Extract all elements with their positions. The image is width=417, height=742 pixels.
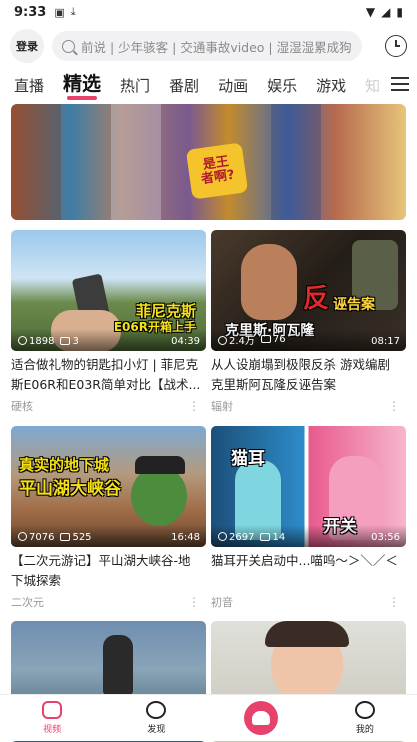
banner-logo: 是王 者啊?	[185, 142, 249, 200]
login-button[interactable]: 登录	[10, 29, 44, 63]
more-options-icon[interactable]: ⋮	[388, 399, 400, 413]
tab-featured[interactable]: 精选	[63, 70, 101, 102]
view-count: 1898	[29, 336, 55, 347]
duration: 08:17	[371, 336, 400, 347]
search-input[interactable]: 前说 | 少年骇客 | 交通事故video | 湿湿湿累成狗	[52, 31, 362, 61]
history-clock-icon[interactable]	[385, 35, 407, 57]
view-count: 7076	[29, 532, 55, 543]
tab-games[interactable]: 游戏	[316, 75, 346, 102]
nav-video[interactable]: 视频	[0, 695, 104, 741]
play-count-icon	[18, 336, 27, 345]
view-count: 2.4万	[229, 336, 255, 347]
duration: 04:39	[171, 336, 200, 347]
banner-logo-line2: 者啊?	[200, 167, 236, 188]
cover-text: 诬告案	[333, 297, 375, 313]
profile-icon	[354, 701, 375, 719]
status-time: 9:33	[14, 4, 47, 20]
promo-banner[interactable]: 是王 者啊?	[11, 104, 406, 220]
view-count: 2697	[229, 532, 255, 543]
danmaku-icon	[60, 337, 71, 345]
danmaku-count: 14	[272, 532, 286, 543]
status-bar: 9:33 ▣ ⤓ ▼ ◢ ▮	[0, 0, 417, 24]
video-thumbnail[interactable]: 猫耳 开关 2697 14 03:56	[211, 426, 406, 547]
video-title[interactable]: 猫耳开关启动中...喵呜～＞＼／＜	[211, 551, 406, 591]
a-icon: ▣	[54, 5, 65, 19]
planet-icon	[146, 701, 167, 719]
video-title[interactable]: 适合做礼物的钥匙扣小灯 | 菲尼克斯E06R和E03R简单对比【战术...	[11, 355, 206, 395]
search-icon	[62, 39, 75, 53]
danmaku-count: 3	[72, 336, 79, 347]
nav-discover[interactable]: 发现	[104, 695, 208, 741]
more-options-icon[interactable]: ⋮	[188, 595, 200, 609]
danmaku-stat: 3	[60, 336, 79, 347]
views-stat: 7076	[18, 532, 54, 543]
nav-profile[interactable]: 我的	[313, 695, 417, 741]
video-title[interactable]: 从人设崩塌到极限反杀 游戏编剧克里斯阿瓦隆反诬告案	[211, 355, 406, 395]
cover-text: 真实的地下城	[19, 456, 110, 474]
video-thumbnail[interactable]: 菲尼克斯 E06R开箱上手 1898 3 04:39	[11, 230, 206, 351]
duration: 03:56	[371, 532, 400, 543]
video-card[interactable]: 真实的地下城 平山湖大峡谷 7076 525 16:48 【二次元游记】平山湖大…	[11, 426, 206, 610]
download-icon: ⤓	[70, 5, 76, 18]
duration: 16:48	[171, 532, 200, 543]
more-options-icon[interactable]: ⋮	[188, 399, 200, 413]
danmaku-icon	[260, 533, 271, 541]
danmaku-stat: 525	[60, 532, 92, 543]
tab-live[interactable]: 直播	[14, 75, 44, 102]
cover-text: 反	[303, 284, 330, 314]
video-card[interactable]: 反 诬告案 克里斯·阿瓦隆 2.4万 76 08:17 从人设崩塌到极限反杀 游…	[211, 230, 406, 414]
video-card[interactable]: 猫耳 开关 2697 14 03:56 猫耳开关启动中...喵呜～＞＼／＜ 初音…	[211, 426, 406, 610]
tab-entertainment[interactable]: 娱乐	[267, 75, 297, 102]
nav-video-label: 视频	[43, 725, 62, 735]
danmaku-icon	[260, 335, 271, 343]
play-count-icon	[218, 532, 227, 541]
create-icon	[243, 701, 278, 735]
danmaku-stat: 76	[260, 334, 286, 345]
bottom-nav: 视频 发现 我的	[0, 694, 417, 741]
play-count-icon	[218, 336, 227, 345]
top-bar: 登录 前说 | 少年骇客 | 交通事故video | 湿湿湿累成狗	[0, 28, 417, 64]
video-author[interactable]: 初音	[211, 594, 233, 610]
signal-icon: ◢	[381, 5, 391, 19]
video-thumbnail[interactable]: 真实的地下城 平山湖大峡谷 7076 525 16:48	[11, 426, 206, 547]
views-stat: 1898	[18, 336, 54, 347]
video-author[interactable]: 辐射	[211, 398, 233, 414]
views-stat: 2.4万	[218, 332, 255, 347]
tab-knowledge[interactable]: 知	[365, 75, 380, 102]
tab-animation[interactable]: 动画	[218, 75, 248, 102]
menu-icon[interactable]	[391, 77, 409, 91]
nav-profile-label: 我的	[355, 725, 374, 735]
more-options-icon[interactable]: ⋮	[388, 595, 400, 609]
video-card[interactable]: 菲尼克斯 E06R开箱上手 1898 3 04:39 适合做礼物的钥匙扣小灯 |…	[11, 230, 206, 414]
channel-tabs: 直播 精选 热门 番剧 动画 娱乐 游戏 知	[0, 70, 417, 102]
cover-text: 平山湖大峡谷	[19, 479, 121, 499]
danmaku-icon	[60, 533, 71, 541]
tab-hot[interactable]: 热门	[120, 75, 150, 102]
search-placeholder: 前说 | 少年骇客 | 交通事故video | 湿湿湿累成狗	[81, 39, 352, 55]
danmaku-stat: 14	[260, 532, 285, 543]
video-thumbnail[interactable]: 反 诬告案 克里斯·阿瓦隆 2.4万 76 08:17	[211, 230, 406, 351]
tab-bangumi[interactable]: 番剧	[169, 75, 199, 102]
wifi-icon: ▼	[365, 5, 376, 19]
play-count-icon	[18, 532, 27, 541]
nav-discover-label: 发现	[147, 725, 166, 735]
cover-text: 猫耳	[231, 449, 265, 469]
video-author[interactable]: 二次元	[11, 594, 44, 610]
video-title[interactable]: 【二次元游记】平山湖大峡谷-地下城探索	[11, 551, 206, 591]
views-stat: 2697	[218, 532, 254, 543]
video-icon	[42, 701, 63, 719]
danmaku-count: 525	[72, 532, 92, 543]
video-author[interactable]: 硬核	[11, 398, 33, 414]
nav-create[interactable]	[209, 695, 313, 741]
danmaku-count: 76	[272, 334, 286, 345]
battery-icon: ▮	[396, 5, 403, 19]
